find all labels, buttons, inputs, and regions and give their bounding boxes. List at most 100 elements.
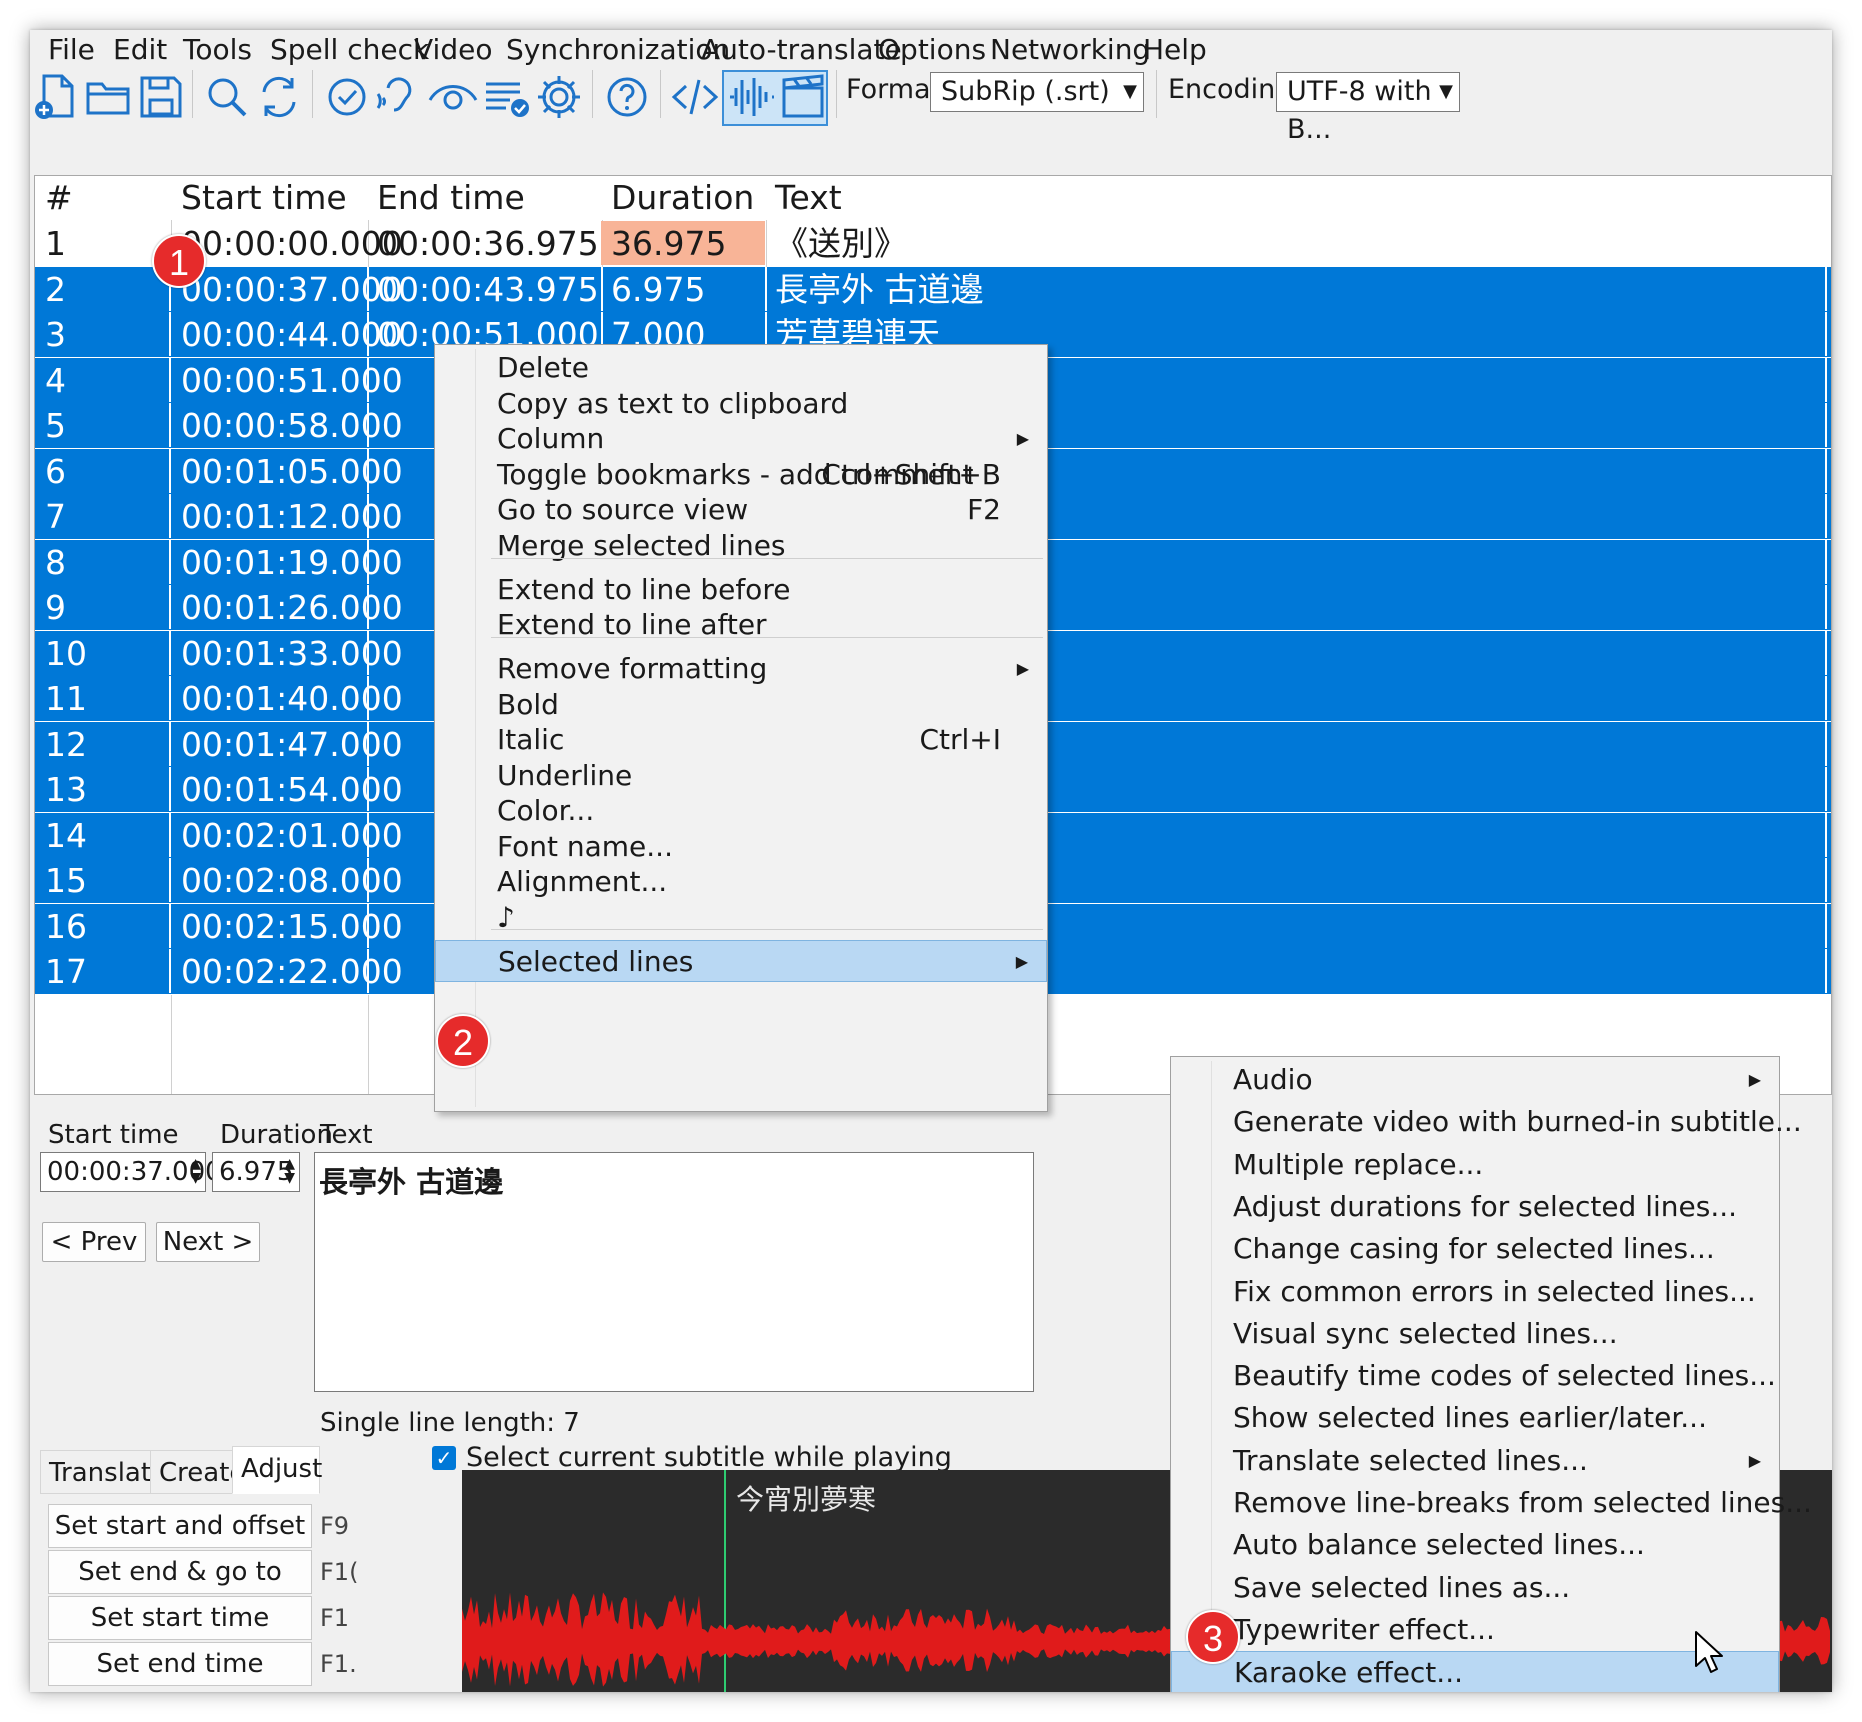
submenu-item-remove-line-breaks-from-selected-lines[interactable]: Remove line-breaks from selected lines..… [1171, 1482, 1812, 1524]
menu-synchronization[interactable]: Synchronization [506, 33, 730, 67]
cell-start-time: 00:00:51.000 [171, 357, 403, 402]
submenu-item-multiple-replace[interactable]: Multiple replace... [1171, 1144, 1779, 1186]
tab-translate[interactable]: Translate [40, 1450, 167, 1494]
submenu-item-auto-balance-selected-lines[interactable]: Auto balance selected lines... [1171, 1524, 1779, 1566]
menu-spell-check[interactable]: Spell check [270, 33, 429, 67]
submenu-item-translate-selected-lines[interactable]: Translate selected lines... ▶ [1171, 1440, 1779, 1482]
cell-duration: 36.975 [601, 221, 765, 265]
format-select[interactable]: SubRip (.srt) ▼ [930, 72, 1144, 112]
spell-check-icon[interactable] [320, 70, 374, 124]
cell-text: 長亭外 古道邊 [765, 266, 1827, 311]
menu-edit[interactable]: Edit [113, 33, 167, 67]
context-menu-item-extend-to-line-after[interactable]: Extend to line after [435, 604, 1047, 646]
next-button[interactable]: Next > [156, 1222, 260, 1262]
column-header-end-time[interactable]: End time [377, 178, 525, 218]
fix-errors-icon[interactable] [480, 70, 534, 124]
menu-file[interactable]: File [48, 33, 95, 67]
duration-input[interactable]: 6.975 ▲ ▼ [212, 1152, 300, 1192]
cell-start-time: 00:02:22.000 [171, 949, 403, 993]
cell-start-time: 00:02:01.000 [171, 812, 403, 857]
settings-icon[interactable] [532, 70, 586, 124]
new-file-icon[interactable] [30, 70, 84, 124]
step-badge-2: 2 [436, 1014, 490, 1068]
context-menu-item-merge-selected-lines[interactable]: Merge selected lines [435, 525, 1047, 567]
submenu-item-beautify-time-codes-of-selected-lines[interactable]: Beautify time codes of selected lines... [1171, 1355, 1779, 1397]
encoding-select[interactable]: UTF-8 with B... ▼ [1276, 72, 1460, 145]
cell-start-time: 00:01:33.000 [171, 630, 403, 675]
context-menu-item-selected-lines[interactable]: Selected lines ▶ [435, 940, 1047, 982]
menu-help[interactable]: Help [1143, 33, 1207, 67]
format-select-value: SubRip (.srt) [941, 76, 1110, 107]
find-icon[interactable] [200, 70, 254, 124]
tab-adjust[interactable]: Adjust [232, 1446, 322, 1494]
cell-start-time: 00:01:40.000 [171, 676, 403, 720]
cell-start-time: 00:00:44.000 [171, 312, 403, 356]
encoding-select-value: UTF-8 with B... [1287, 76, 1432, 145]
menu-networking[interactable]: Networking [990, 33, 1150, 67]
waveform-icon[interactable] [724, 70, 778, 124]
video-icon[interactable] [776, 70, 830, 124]
column-header-duration[interactable]: Duration [611, 178, 754, 218]
listen-icon[interactable] [372, 70, 426, 124]
menu-separator [491, 637, 1043, 638]
spinner-icon[interactable]: ▲ ▼ [190, 1157, 201, 1185]
cell-duration: 6.975 [601, 266, 767, 311]
step-badge-3: 3 [1186, 1610, 1240, 1664]
cell-number: 10 [35, 630, 171, 675]
submenu-item-generate-video-with-burned-in-subtitle[interactable]: Generate video with burned-in subtitle..… [1171, 1101, 1802, 1143]
cell-number: 4 [35, 357, 171, 402]
cell-start-time: 00:00:58.000 [171, 403, 403, 447]
menu-options[interactable]: Options [878, 33, 986, 67]
submenu-item-visual-sync-selected-lines[interactable]: Visual sync selected lines... [1171, 1313, 1779, 1355]
cell-number: 2 [35, 266, 171, 311]
column-header-start-time[interactable]: Start time [181, 178, 347, 218]
save-icon[interactable] [134, 70, 188, 124]
menu-separator [491, 929, 1043, 930]
menu-item-label: Save selected lines as... [1233, 1570, 1571, 1604]
help-icon[interactable] [600, 70, 654, 124]
submenu-item-show-selected-lines-earlier-later[interactable]: Show selected lines earlier/later... [1171, 1397, 1779, 1439]
set-end-time-button[interactable]: Set end time [48, 1642, 312, 1686]
cell-start-time: 00:01:26.000 [171, 585, 403, 629]
menu-item-label: Extend to line after [497, 608, 767, 641]
subtitle-text-editor[interactable]: 長亭外 古道邊 [314, 1152, 1034, 1392]
cell-number: 3 [35, 312, 171, 356]
submenu-item-audio[interactable]: Audio ▶ [1171, 1059, 1779, 1101]
cell-number: 9 [35, 585, 171, 629]
submenu-item-save-selected-lines-as[interactable]: Save selected lines as... [1171, 1567, 1779, 1609]
submenu-item-change-casing-for-selected-lines[interactable]: Change casing for selected lines... [1171, 1228, 1779, 1270]
set-start-time-button[interactable]: Set start time [48, 1596, 312, 1640]
cell-start-time: 00:01:12.000 [171, 494, 403, 538]
set-start-offset-button[interactable]: Set start and offset the [48, 1504, 312, 1583]
format-label: Format [846, 74, 942, 105]
shortcut-hint: F9 [320, 1512, 350, 1540]
menu-video[interactable]: Video [414, 33, 492, 67]
prev-button[interactable]: < Prev [42, 1222, 146, 1262]
source-view-icon[interactable] [668, 70, 722, 124]
column-header-number[interactable]: # [45, 178, 73, 218]
submenu-item-karaoke-effect[interactable]: Karaoke effect... [1171, 1651, 1779, 1692]
cell-number: 13 [35, 767, 171, 811]
submenu-item-typewriter-effect[interactable]: Typewriter effect... [1171, 1609, 1779, 1651]
open-folder-icon[interactable] [82, 70, 136, 124]
menu-auto-translate[interactable]: Auto-translate [701, 33, 902, 67]
select-current-checkbox[interactable]: ✓ [432, 1446, 456, 1470]
spinner-icon[interactable]: ▲ ▼ [284, 1157, 295, 1185]
set-end-next-button[interactable]: Set end & go to next [48, 1550, 312, 1629]
start-time-input[interactable]: 00:00:37.000 ▲ ▼ [40, 1152, 222, 1192]
start-time-label: Start time [48, 1120, 179, 1150]
table-row[interactable]: 2 00:00:37.000 00:00:43.975 6.975 長亭外 古道邊 [35, 266, 1831, 313]
tab-create[interactable]: Create [150, 1450, 245, 1494]
submenu-item-adjust-durations-for-selected-lines[interactable]: Adjust durations for selected lines... [1171, 1186, 1779, 1228]
submenu-item-fix-common-errors-in-selected-lines[interactable]: Fix common errors in selected lines... [1171, 1271, 1779, 1313]
text-label: Text [320, 1120, 373, 1150]
table-row[interactable]: 1 00:00:00.000 00:00:36.975 36.975 《送別》 [35, 221, 1831, 266]
context-menu-item-music-note[interactable]: ♪ [435, 897, 1047, 939]
cell-number: 11 [35, 676, 171, 720]
menu-tools[interactable]: Tools [183, 33, 252, 67]
shortcut-hint: F1 [320, 1604, 350, 1632]
replace-icon[interactable] [252, 70, 306, 124]
cell-start-time: 00:02:15.000 [171, 903, 403, 948]
visual-sync-icon[interactable] [426, 70, 480, 124]
column-header-text[interactable]: Text [775, 178, 842, 218]
